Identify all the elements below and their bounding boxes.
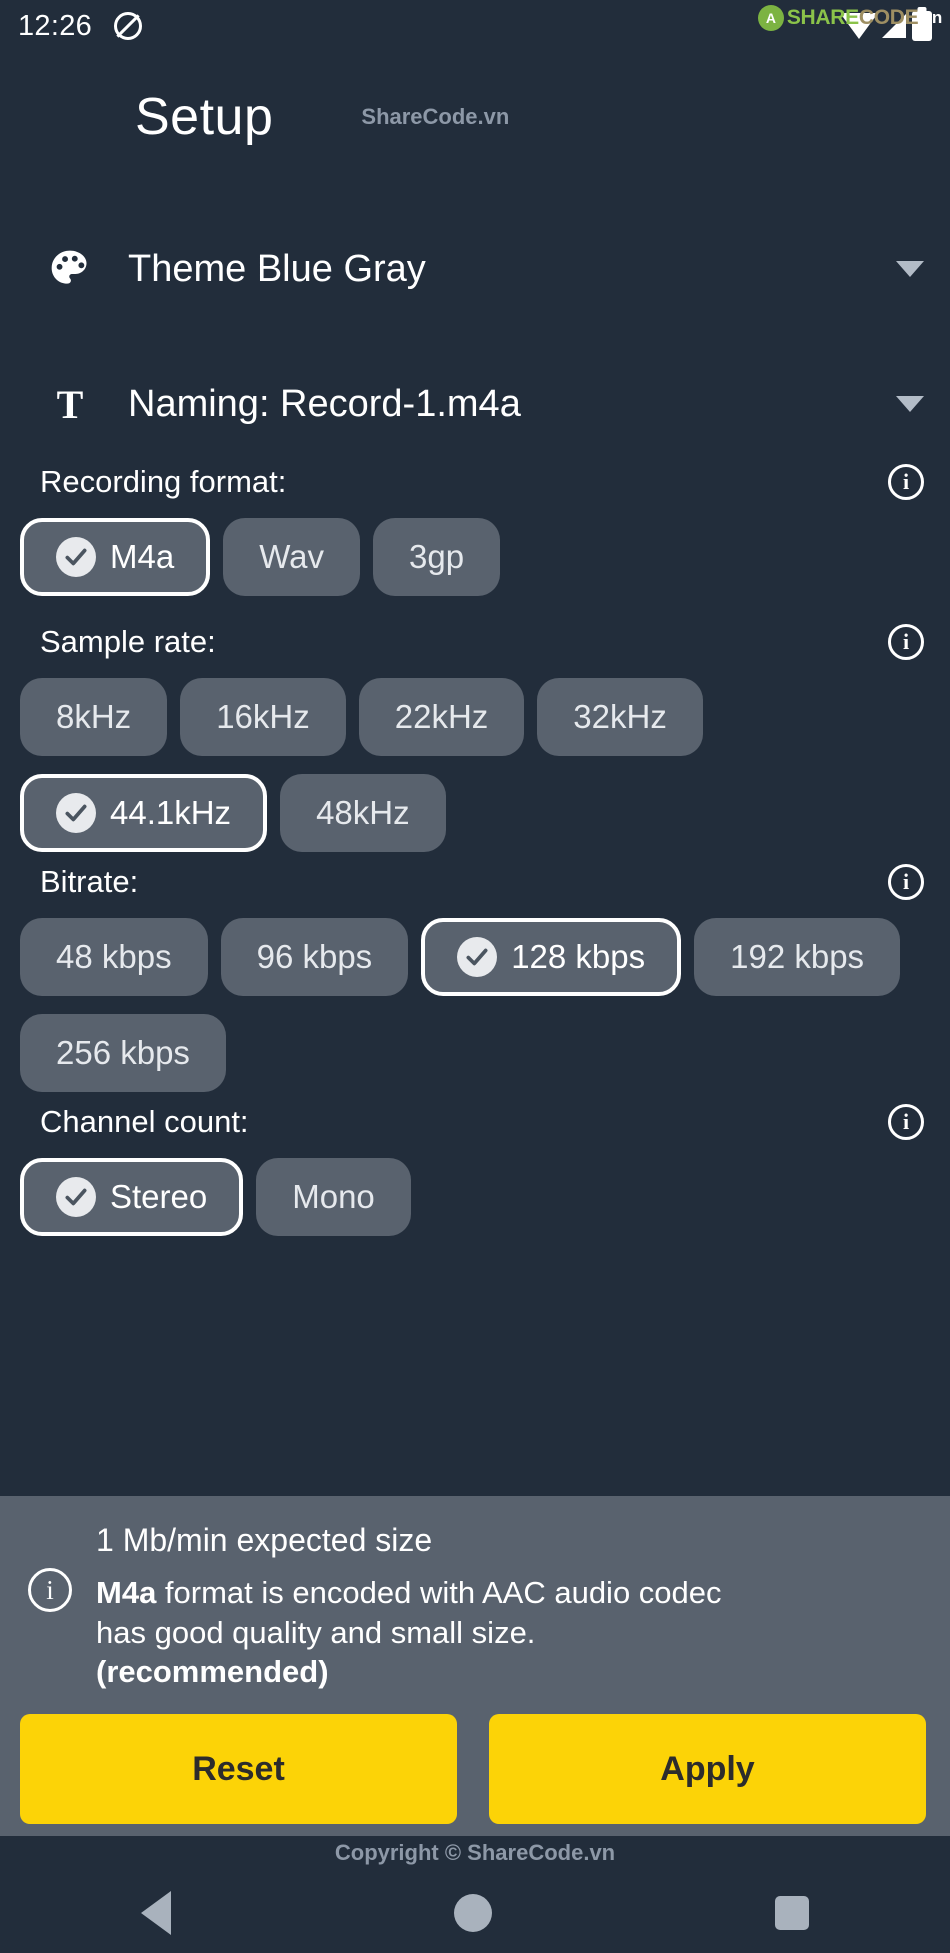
bitrate-options: 48 kbps 96 kbps 128 kbps 192 kbps 256 kb… bbox=[0, 909, 950, 1101]
info-panel: i 1 Mb/min expected size M4a format is e… bbox=[0, 1496, 950, 1836]
check-icon bbox=[56, 537, 96, 577]
chip-label: 96 kbps bbox=[256, 938, 373, 975]
description-format-name: M4a bbox=[96, 1575, 157, 1610]
chip-label: 128 kbps bbox=[511, 938, 646, 975]
chip-label: 48 kbps bbox=[56, 938, 172, 975]
section-sample-rate: Sample rate: i 8kHz 16kHz 22kHz 32kHz 44… bbox=[0, 615, 950, 861]
chip-44-1khz[interactable]: 44.1kHz bbox=[20, 774, 268, 852]
chip-22khz[interactable]: 22kHz bbox=[358, 678, 525, 756]
info-icon[interactable]: i bbox=[888, 864, 924, 900]
chip-label: 8kHz bbox=[56, 698, 132, 735]
section-recording-format: Recording format: i M4a Wav 3gp bbox=[0, 455, 950, 605]
section-header: Recording format: i bbox=[0, 455, 950, 509]
theme-label: Theme Blue Gray bbox=[128, 247, 426, 290]
palette-icon bbox=[40, 247, 100, 291]
chip-label: 48kHz bbox=[316, 794, 410, 831]
page-title: Setup bbox=[135, 88, 274, 146]
do-not-disturb-icon bbox=[114, 12, 143, 40]
status-left-icons bbox=[114, 12, 143, 40]
section-bitrate: Bitrate: i 48 kbps 96 kbps 128 kbps 192 … bbox=[0, 855, 950, 1101]
info-icon: i bbox=[28, 1568, 72, 1612]
watermark-vn: .vn bbox=[918, 8, 942, 27]
action-buttons: Reset Apply bbox=[0, 1692, 950, 1825]
back-icon[interactable] bbox=[141, 1890, 172, 1935]
format-description: M4a format is encoded with AAC audio cod… bbox=[96, 1573, 776, 1692]
chip-label: Mono bbox=[292, 1178, 375, 1215]
chip-label: M4a bbox=[110, 538, 175, 575]
info-icon[interactable]: i bbox=[888, 464, 924, 500]
info-icon[interactable]: i bbox=[888, 1104, 924, 1140]
naming-label: Naming: Record-1.m4a bbox=[128, 382, 521, 425]
chip-label: 44.1kHz bbox=[110, 794, 232, 831]
app-screen: 12:26 A SHARE CODE .vn Setup ShareCode.v… bbox=[0, 0, 950, 1953]
apply-button[interactable]: Apply bbox=[489, 1714, 926, 1825]
chip-label: 3gp bbox=[408, 538, 465, 575]
chip-m4a[interactable]: M4a bbox=[20, 518, 211, 596]
home-icon[interactable] bbox=[453, 1893, 492, 1932]
expected-size-text: 1 Mb/min expected size bbox=[96, 1522, 433, 1558]
description-recommended: (recommended) bbox=[96, 1654, 329, 1690]
check-icon bbox=[56, 1177, 96, 1217]
android-navigation-bar bbox=[0, 1872, 950, 1953]
chip-label: 192 kbps bbox=[730, 938, 865, 975]
check-icon bbox=[457, 937, 498, 977]
section-title: Channel count: bbox=[40, 1104, 249, 1139]
chip-16khz[interactable]: 16kHz bbox=[180, 678, 346, 756]
chip-stereo[interactable]: Stereo bbox=[20, 1158, 244, 1236]
sharecode-logo-icon: A bbox=[757, 5, 784, 31]
chip-8khz[interactable]: 8kHz bbox=[20, 678, 168, 756]
section-header: Sample rate: i bbox=[0, 615, 950, 669]
recents-icon[interactable] bbox=[774, 1895, 809, 1930]
chip-mono[interactable]: Mono bbox=[256, 1158, 411, 1236]
info-panel-content: i 1 Mb/min expected size M4a format is e… bbox=[0, 1496, 950, 1692]
chip-128kbps[interactable]: 128 kbps bbox=[421, 918, 682, 996]
page-watermark: ShareCode.vn bbox=[361, 104, 510, 129]
chevron-down-icon[interactable] bbox=[896, 261, 924, 277]
reset-button[interactable]: Reset bbox=[20, 1714, 457, 1825]
chip-label: Wav bbox=[259, 538, 324, 575]
chip-256kbps[interactable]: 256 kbps bbox=[20, 1014, 226, 1092]
chip-label: 32kHz bbox=[573, 698, 667, 735]
chip-192kbps[interactable]: 192 kbps bbox=[694, 918, 901, 996]
sample-rate-options: 8kHz 16kHz 22kHz 32kHz 44.1kHz 48kHz bbox=[0, 669, 950, 861]
chip-wav[interactable]: Wav bbox=[223, 518, 360, 596]
channel-count-options: Stereo Mono bbox=[0, 1149, 950, 1245]
naming-setting-row[interactable]: T Naming: Record-1.m4a bbox=[0, 365, 950, 443]
theme-setting-row[interactable]: Theme Blue Gray bbox=[0, 230, 950, 308]
section-title: Bitrate: bbox=[40, 864, 139, 899]
watermark-share: SHARE bbox=[786, 6, 859, 29]
info-text-block: 1 Mb/min expected size M4a format is enc… bbox=[96, 1522, 776, 1692]
status-time: 12:26 bbox=[18, 9, 93, 42]
section-header: Bitrate: i bbox=[0, 855, 950, 909]
chip-48kbps[interactable]: 48 kbps bbox=[20, 918, 208, 996]
section-title: Sample rate: bbox=[40, 624, 216, 659]
check-icon bbox=[56, 793, 96, 833]
sharecode-watermark: A SHARE CODE .vn bbox=[757, 5, 942, 31]
chip-48khz[interactable]: 48kHz bbox=[280, 774, 446, 852]
chip-label: 256 kbps bbox=[56, 1034, 190, 1071]
watermark-code: CODE bbox=[858, 6, 919, 29]
copyright-text: Copyright © ShareCode.vn bbox=[334, 1840, 616, 1865]
page-title-row: Setup ShareCode.vn bbox=[0, 82, 950, 152]
chip-label: 22kHz bbox=[394, 698, 489, 735]
chip-32khz[interactable]: 32kHz bbox=[537, 678, 703, 756]
info-icon[interactable]: i bbox=[888, 624, 924, 660]
text-format-icon: T bbox=[56, 381, 84, 427]
chevron-down-icon[interactable] bbox=[896, 396, 924, 412]
section-header: Channel count: i bbox=[0, 1095, 950, 1149]
chip-3gp[interactable]: 3gp bbox=[372, 518, 501, 596]
status-bar: 12:26 A SHARE CODE .vn bbox=[0, 0, 950, 52]
recording-format-options: M4a Wav 3gp bbox=[0, 509, 950, 605]
section-title: Recording format: bbox=[40, 464, 287, 499]
description-middle: format is encoded with AAC audio codec h… bbox=[96, 1575, 722, 1650]
chip-label: 16kHz bbox=[216, 698, 310, 735]
section-channel-count: Channel count: i Stereo Mono bbox=[0, 1095, 950, 1245]
chip-label: Stereo bbox=[110, 1178, 208, 1215]
chip-96kbps[interactable]: 96 kbps bbox=[220, 918, 409, 996]
